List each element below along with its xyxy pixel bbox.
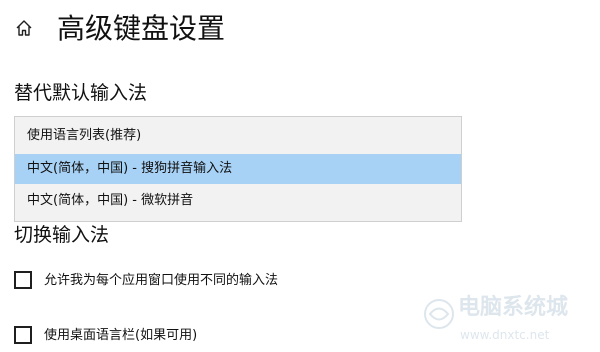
- per-app-window-label: 允许我为每个应用窗口使用不同的输入法: [44, 273, 279, 288]
- dropdown-option-language-list[interactable]: 使用语言列表(推荐): [15, 121, 461, 151]
- watermark: 电脑系统城 www.dnxtc.net: [420, 293, 596, 349]
- input-method-dropdown-list[interactable]: 使用语言列表(推荐) 中文(简体，中国) - 搜狗拼音输入法 中文(简体，中国)…: [14, 116, 462, 222]
- desktop-language-bar-checkbox[interactable]: [14, 326, 32, 344]
- home-icon[interactable]: [14, 18, 34, 38]
- desktop-language-bar-label: 使用桌面语言栏(如果可用): [44, 328, 198, 343]
- dropdown-option-sogou-pinyin[interactable]: 中文(简体，中国) - 搜狗拼音输入法: [15, 154, 461, 184]
- watermark-url: www.dnxtc.net: [460, 328, 550, 342]
- default-input-method-heading: 替代默认输入法: [14, 82, 148, 104]
- per-app-window-checkbox[interactable]: [14, 271, 32, 289]
- page-title: 高级键盘设置: [57, 12, 226, 45]
- watermark-logo-icon: [422, 297, 456, 331]
- watermark-title: 电脑系统城: [458, 295, 569, 320]
- dropdown-option-microsoft-pinyin[interactable]: 中文(简体，中国) - 微软拼音: [15, 186, 461, 216]
- switch-input-method-heading: 切换输入法: [14, 224, 110, 246]
